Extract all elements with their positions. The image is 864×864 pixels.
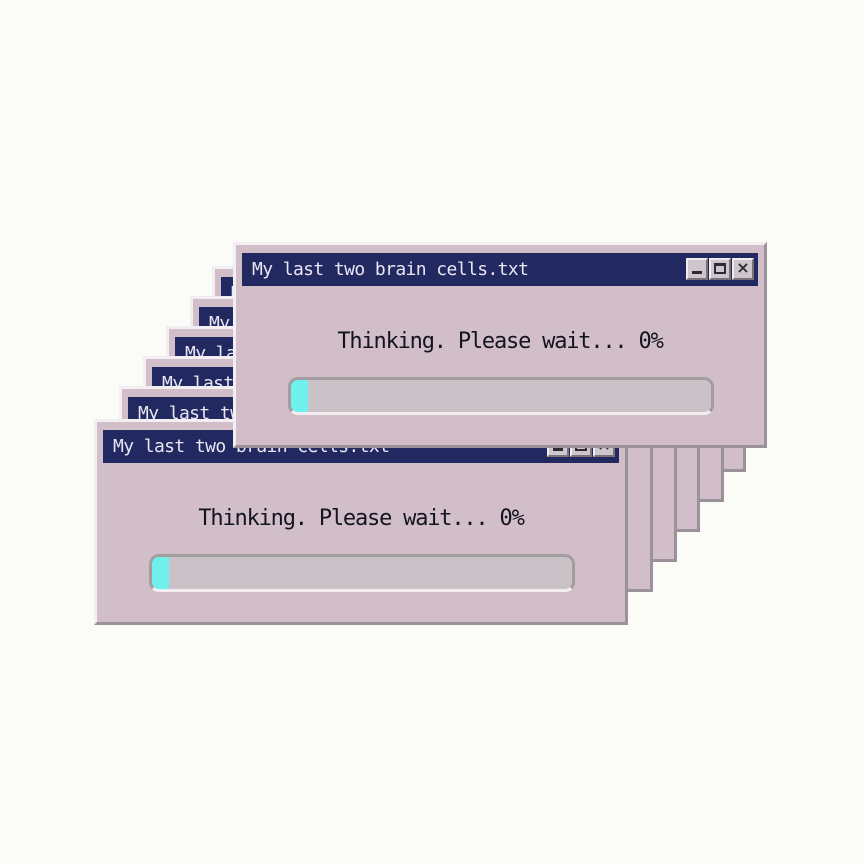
close-button[interactable]: × (732, 258, 754, 280)
status-message: Thinking. Please wait... 0% (198, 506, 524, 531)
title-bar[interactable]: My last two brain cells.txt × (242, 253, 758, 286)
maximize-button[interactable] (709, 258, 731, 280)
window-controls: × (686, 258, 754, 280)
dialog-window-top: My last two brain cells.txt × Thinking. … (233, 242, 767, 448)
window-title: My last two brain cells.txt (252, 259, 529, 280)
minimize-icon (692, 271, 702, 274)
minimize-button[interactable] (686, 258, 708, 280)
progress-fill (152, 557, 169, 589)
desktop: My last two brain cells.txt My last two … (0, 0, 864, 864)
progress-bar (149, 554, 575, 592)
dialog-window-lower: My last two brain cells.txt × Thinking. … (94, 419, 628, 625)
progress-fill (291, 380, 308, 412)
maximize-icon (714, 263, 726, 274)
close-icon: × (736, 258, 750, 277)
progress-bar (288, 377, 714, 415)
status-message: Thinking. Please wait... 0% (337, 329, 663, 354)
minimize-icon (553, 448, 563, 451)
